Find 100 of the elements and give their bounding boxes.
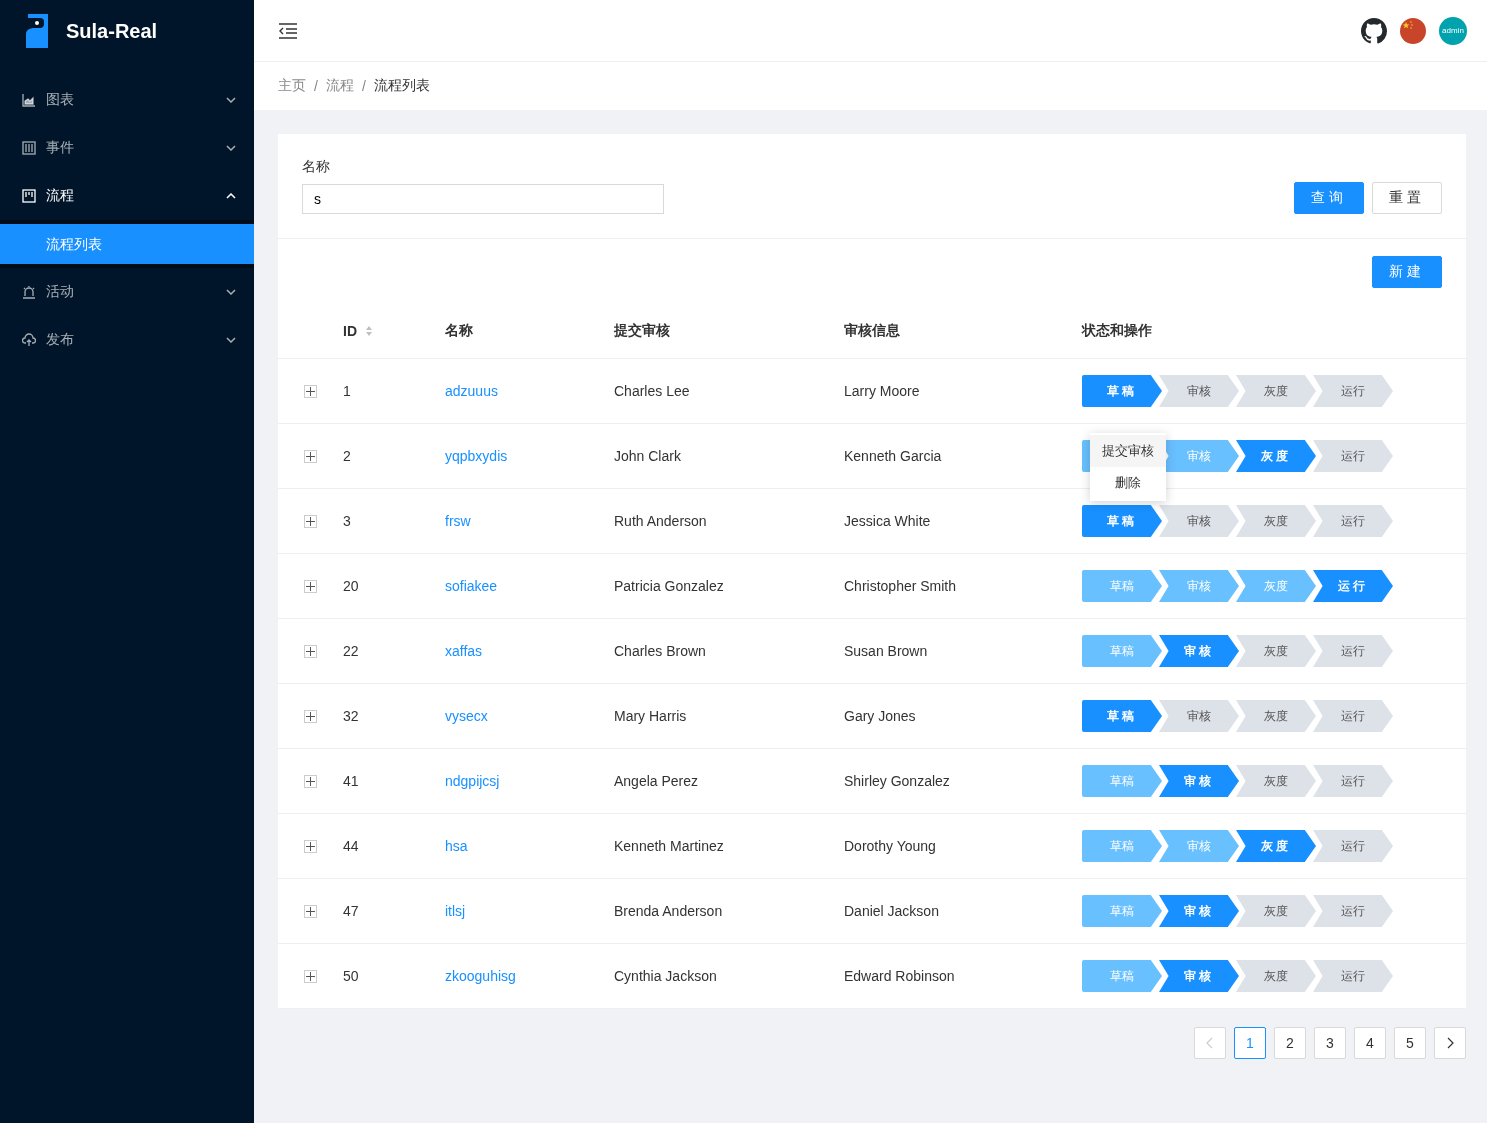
alarm-icon	[22, 285, 36, 299]
status-step[interactable]: 灰度	[1236, 570, 1316, 602]
menu-fold-icon[interactable]	[278, 22, 298, 39]
status-step[interactable]: 灰度	[1236, 505, 1316, 537]
status-step[interactable]: 审核	[1159, 700, 1239, 732]
name-link[interactable]: vysecx	[445, 708, 488, 724]
status-step[interactable]: 草稿	[1082, 895, 1162, 927]
expand-toggle[interactable]	[304, 384, 317, 398]
status-step[interactable]: 运行	[1313, 895, 1393, 927]
status-step[interactable]: 运行	[1313, 375, 1393, 407]
table-cell: Mary Harris	[614, 708, 687, 724]
page-button[interactable]: 2	[1274, 1027, 1306, 1059]
status-step[interactable]: 运行	[1313, 960, 1393, 992]
status-step[interactable]: 灰度	[1236, 375, 1316, 407]
sidebar-menu-item[interactable]: 发布	[0, 316, 254, 364]
status-step[interactable]: 灰度	[1236, 960, 1316, 992]
status-step[interactable]: 运行	[1313, 830, 1393, 862]
page-button[interactable]: 4	[1354, 1027, 1386, 1059]
name-link[interactable]: adzuuus	[445, 383, 498, 399]
table-cell: John Clark	[614, 448, 681, 464]
status-step[interactable]: 审核	[1159, 895, 1239, 927]
table-cell: Ruth Anderson	[614, 513, 707, 529]
name-link[interactable]: sofiakee	[445, 578, 498, 594]
caret-down-icon	[226, 145, 236, 151]
status-step[interactable]: 审核	[1159, 570, 1239, 602]
name-link[interactable]: xaffas	[445, 643, 483, 659]
status-step[interactable]: 运行	[1313, 505, 1393, 537]
status-step[interactable]: 草稿	[1082, 505, 1162, 537]
column-header[interactable]: ID	[343, 323, 377, 339]
page-button[interactable]: 3	[1314, 1027, 1346, 1059]
expand-toggle[interactable]	[304, 579, 317, 593]
name-link[interactable]: yqpbxydis	[445, 448, 508, 464]
flag-icon[interactable]	[1400, 17, 1426, 44]
expand-toggle[interactable]	[304, 644, 317, 658]
table-cell: Edward Robinson	[844, 968, 955, 984]
status-step[interactable]: 灰度	[1236, 830, 1316, 862]
status-step[interactable]: 灰度	[1236, 765, 1316, 797]
page-button[interactable]: 1	[1234, 1027, 1266, 1059]
status-step[interactable]: 审核	[1159, 635, 1239, 667]
breadcrumb-link[interactable]: 主页	[278, 77, 306, 95]
status-step[interactable]: 审核	[1159, 830, 1239, 862]
status-step[interactable]: 运行	[1313, 570, 1393, 602]
status-step[interactable]: 草稿	[1082, 375, 1162, 407]
sidebar-menu-item[interactable]: 流程	[0, 172, 254, 220]
query-button[interactable]: 查询	[1294, 182, 1364, 214]
expand-toggle[interactable]	[304, 709, 317, 723]
table-cell: Christopher Smith	[844, 578, 957, 594]
column-header: 名称	[445, 322, 473, 340]
status-step[interactable]: 灰度	[1236, 895, 1316, 927]
status-step[interactable]: 草稿	[1082, 570, 1162, 602]
expand-toggle[interactable]	[304, 904, 317, 918]
github-icon[interactable]	[1361, 17, 1387, 44]
status-step[interactable]: 灰度	[1236, 635, 1316, 667]
expand-toggle[interactable]	[304, 774, 317, 788]
sidebar-menu-item[interactable]: 图表	[0, 76, 254, 124]
status-step[interactable]: 运行	[1313, 635, 1393, 667]
status-step[interactable]: 审核	[1159, 505, 1239, 537]
name-link[interactable]: hsa	[445, 838, 468, 854]
table-cell: Jessica White	[844, 513, 931, 529]
expand-toggle[interactable]	[304, 514, 317, 528]
status-step[interactable]: 灰度	[1236, 700, 1316, 732]
expand-toggle[interactable]	[304, 839, 317, 853]
upload-cloud-icon	[22, 333, 36, 347]
sidebar-menu-item[interactable]: 事件	[0, 124, 254, 172]
table-cell: 32	[343, 708, 359, 724]
sidebar-submenu-item[interactable]: 流程列表	[0, 224, 254, 264]
breadcrumb-link[interactable]: 流程	[325, 77, 354, 95]
status-step[interactable]: 草稿	[1082, 700, 1162, 732]
table-cell: 44	[343, 838, 359, 854]
name-link[interactable]: ndgpijcsj	[445, 773, 500, 789]
status-step[interactable]: 运行	[1313, 440, 1393, 472]
expand-toggle[interactable]	[304, 449, 317, 463]
reset-button[interactable]: 重置	[1372, 182, 1442, 214]
table-cell: Shirley Gonzalez	[844, 773, 950, 789]
menu-item[interactable]: 提交审核	[1090, 435, 1166, 467]
status-step[interactable]: 草稿	[1082, 830, 1162, 862]
page-button[interactable]: 5	[1394, 1027, 1426, 1059]
status-step[interactable]: 审核	[1159, 375, 1239, 407]
name-link[interactable]: frsw	[445, 513, 471, 529]
field-label: 名称	[302, 158, 331, 176]
table-cell: Brenda Anderson	[614, 903, 723, 919]
sidebar-menu-item[interactable]: 活动	[0, 268, 254, 316]
status-step[interactable]: 草稿	[1082, 765, 1162, 797]
status-step[interactable]: 审核	[1159, 765, 1239, 797]
user-avatar[interactable]: admin	[1439, 16, 1467, 45]
expand-toggle[interactable]	[304, 969, 317, 983]
status-step[interactable]: 运行	[1313, 765, 1393, 797]
column-header: 状态和操作	[1082, 322, 1152, 340]
status-step[interactable]: 审核	[1159, 960, 1239, 992]
caret-down-icon	[226, 97, 236, 103]
name-input-field[interactable]: s	[302, 184, 664, 214]
status-step[interactable]: 灰度	[1236, 440, 1316, 472]
status-step[interactable]: 草稿	[1082, 960, 1162, 992]
table-cell: Gary Jones	[844, 708, 916, 724]
new-button[interactable]: 新建	[1372, 256, 1442, 288]
status-step[interactable]: 草稿	[1082, 635, 1162, 667]
status-step[interactable]: 运行	[1313, 700, 1393, 732]
name-link[interactable]: zkooguhisg	[445, 968, 516, 984]
name-link[interactable]: itlsj	[445, 903, 466, 919]
table-cell: Kenneth Martinez	[614, 838, 724, 854]
